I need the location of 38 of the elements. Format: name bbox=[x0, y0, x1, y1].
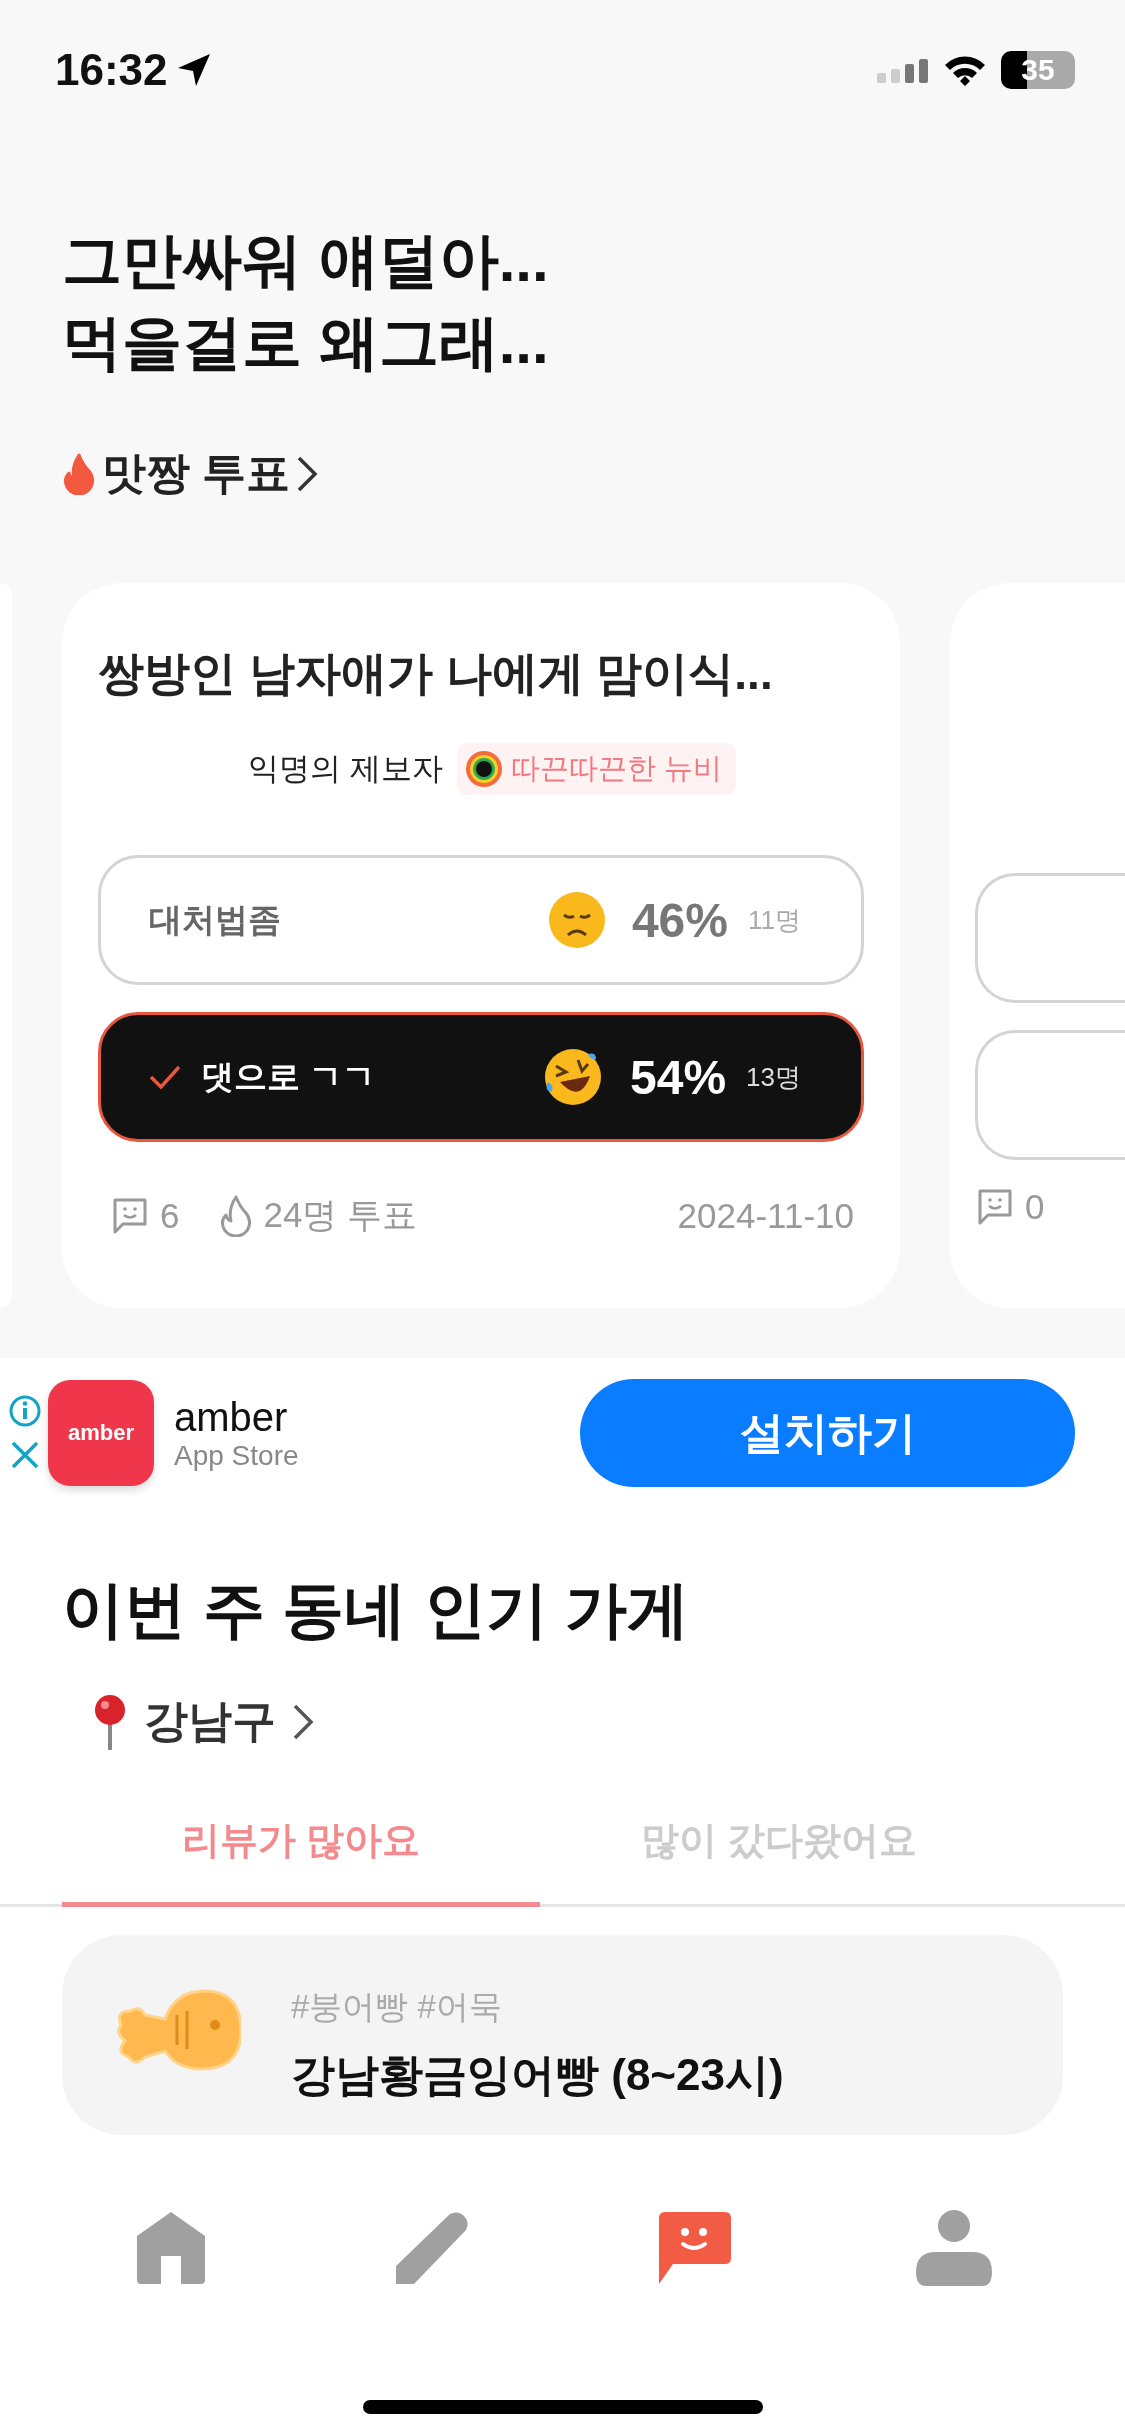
store-card[interactable]: #붕어빵 #어묵 강남황금잉어빵 (8~23시) bbox=[62, 1935, 1063, 2135]
app-icon: amber bbox=[48, 1380, 154, 1486]
post-date: 2024-11-10 bbox=[677, 1195, 854, 1236]
avatar-icon bbox=[464, 750, 503, 788]
app-name: amber bbox=[174, 1394, 289, 1440]
nav-tab[interactable] bbox=[393, 2210, 470, 2286]
laughing-face-icon bbox=[542, 1046, 604, 1108]
vote-option[interactable]: 댓으로 ㄱㄱ 54% 13명 bbox=[98, 1012, 864, 1142]
store-tags: #붕어빵 #어묵 bbox=[291, 1985, 784, 2030]
install-button[interactable]: 설치하기 bbox=[580, 1379, 1075, 1487]
section-title: 이번 주 동네 인기 가게 bbox=[61, 1574, 690, 1646]
pin-icon bbox=[92, 1693, 128, 1750]
user-badge: 따끈따끈한 뉴비 bbox=[456, 743, 736, 795]
signal-icon bbox=[877, 57, 929, 83]
vote-option[interactable]: 대처법좀 46% 11명 bbox=[98, 855, 864, 985]
vote-count: 24명 투표 bbox=[263, 1194, 418, 1236]
chevron-right-icon bbox=[292, 1702, 314, 1741]
vote-title: 쌍방인 남자애가 나에게 맘이식... bbox=[98, 646, 774, 701]
section-link[interactable]: 맛짱 투표 bbox=[102, 444, 291, 503]
headline: 그만싸워 얘덜아... bbox=[62, 226, 550, 296]
flame-icon bbox=[219, 1194, 254, 1237]
store-name: 강남황금잉어빵 (8~23시) bbox=[291, 2049, 784, 2101]
comment-count: 6 bbox=[160, 1195, 180, 1236]
info-icon[interactable] bbox=[8, 1394, 42, 1428]
pencil-icon bbox=[393, 2210, 470, 2286]
app-store-label: App Store bbox=[174, 1439, 299, 1472]
author-name: 익명의 제보자 bbox=[248, 750, 443, 788]
chevron-right-icon bbox=[296, 454, 319, 493]
comment-count: 0 bbox=[1025, 1187, 1045, 1227]
vote-card[interactable]: 쌍방인 남자애가 나에게 맘이식... 익명의 제보자 따끈따끈한 뉴비 대처법좀 46% 11명 댓으로 ㄱㄱ 54% 13명 6 24명 투표 2024-11-10 bbox=[62, 583, 900, 1308]
nav-tab[interactable] bbox=[916, 2210, 993, 2286]
headline: 먹을걸로 왜그래... bbox=[62, 308, 550, 378]
check-icon bbox=[149, 1064, 181, 1090]
flame-icon bbox=[62, 452, 96, 495]
sad-face-icon bbox=[547, 891, 606, 949]
profile-icon bbox=[916, 2210, 993, 2286]
location-link[interactable]: 강남구 bbox=[144, 1692, 276, 1751]
status-time: 16:32 bbox=[55, 45, 168, 95]
